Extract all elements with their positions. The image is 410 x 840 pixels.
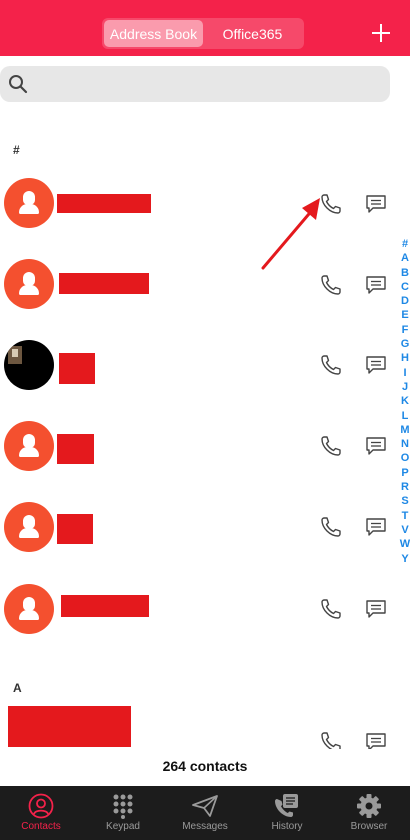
index-letter[interactable]: J <box>398 380 410 394</box>
redacted-contact-name <box>57 514 93 544</box>
avatar-photo <box>4 340 54 390</box>
index-letter[interactable]: E <box>398 308 410 322</box>
alphabet-index[interactable]: # A B C D E F G H I J K L M N O P R S T V W Y <box>398 237 410 566</box>
index-letter[interactable]: C <box>398 280 410 294</box>
tab-office365[interactable]: Office365 <box>203 20 302 47</box>
keypad-icon <box>113 794 133 819</box>
paper-plane-icon <box>192 795 218 817</box>
index-letter[interactable]: O <box>398 451 410 465</box>
index-letter[interactable]: D <box>398 294 410 308</box>
avatar <box>4 421 54 471</box>
tab-label: Keypad <box>106 821 140 832</box>
redacted-contact-name <box>57 434 94 464</box>
section-header-hash: # <box>13 143 20 157</box>
message-icon[interactable] <box>364 434 388 458</box>
search-input[interactable] <box>34 66 374 102</box>
tab-label: Contacts <box>21 821 61 832</box>
tab-keypad[interactable]: Keypad <box>82 786 164 840</box>
index-letter[interactable]: H <box>398 351 410 365</box>
index-letter[interactable]: N <box>398 437 410 451</box>
index-letter[interactable]: F <box>398 323 410 337</box>
tab-browser[interactable]: Browser <box>328 786 410 840</box>
tab-label: History <box>271 821 303 832</box>
search-icon <box>9 75 28 94</box>
index-letter[interactable]: K <box>398 394 410 408</box>
section-header-a: A <box>13 681 22 695</box>
annotation-arrow <box>261 198 320 270</box>
contacts-icon <box>28 793 54 819</box>
tab-messages[interactable]: Messages <box>164 786 246 840</box>
source-segmented-control: Address Book Office365 <box>102 18 304 49</box>
index-letter[interactable]: B <box>398 266 410 280</box>
index-letter[interactable]: S <box>398 494 410 508</box>
redacted-contact-name <box>59 353 95 384</box>
message-icon[interactable] <box>364 192 388 216</box>
redacted-contact-name <box>57 194 151 213</box>
phone-icon[interactable] <box>319 597 343 621</box>
call-history-icon <box>275 794 298 817</box>
avatar <box>4 259 54 309</box>
index-letter[interactable]: # <box>398 237 410 251</box>
index-letter[interactable]: W <box>398 537 410 551</box>
message-icon[interactable] <box>364 515 388 539</box>
search-bar[interactable] <box>0 66 390 102</box>
index-letter[interactable]: L <box>398 409 410 423</box>
tab-address-book[interactable]: Address Book <box>104 20 203 47</box>
phone-icon[interactable] <box>319 353 343 377</box>
message-icon[interactable] <box>364 273 388 297</box>
phone-icon[interactable] <box>319 515 343 539</box>
gear-icon <box>357 794 381 818</box>
message-icon[interactable] <box>364 353 388 377</box>
redacted-contact-name <box>61 595 149 617</box>
avatar <box>4 178 54 228</box>
phone-icon[interactable] <box>319 273 343 297</box>
bottom-tab-bar: Contacts Keypad Messages History Browser <box>0 786 410 840</box>
top-bar: Address Book Office365 <box>0 0 410 56</box>
tab-history[interactable]: History <box>246 786 328 840</box>
index-letter[interactable]: P <box>398 466 410 480</box>
index-letter[interactable]: Y <box>398 552 410 566</box>
index-letter[interactable]: T <box>398 509 410 523</box>
index-letter[interactable]: G <box>398 337 410 351</box>
phone-icon[interactable] <box>319 434 343 458</box>
avatar <box>4 502 54 552</box>
index-letter[interactable]: M <box>398 423 410 437</box>
index-letter[interactable]: I <box>398 366 410 380</box>
index-letter[interactable]: V <box>398 523 410 537</box>
plus-icon[interactable] <box>370 22 392 44</box>
message-icon[interactable] <box>364 597 388 621</box>
tab-label: Messages <box>182 821 228 832</box>
redacted-contact-name <box>8 706 131 747</box>
index-letter[interactable]: A <box>398 251 410 265</box>
avatar <box>4 584 54 634</box>
index-letter[interactable]: R <box>398 480 410 494</box>
contacts-count: 264 contacts <box>0 749 410 783</box>
tab-contacts[interactable]: Contacts <box>0 786 82 840</box>
tab-label: Browser <box>350 821 388 832</box>
redacted-contact-name <box>59 273 149 294</box>
